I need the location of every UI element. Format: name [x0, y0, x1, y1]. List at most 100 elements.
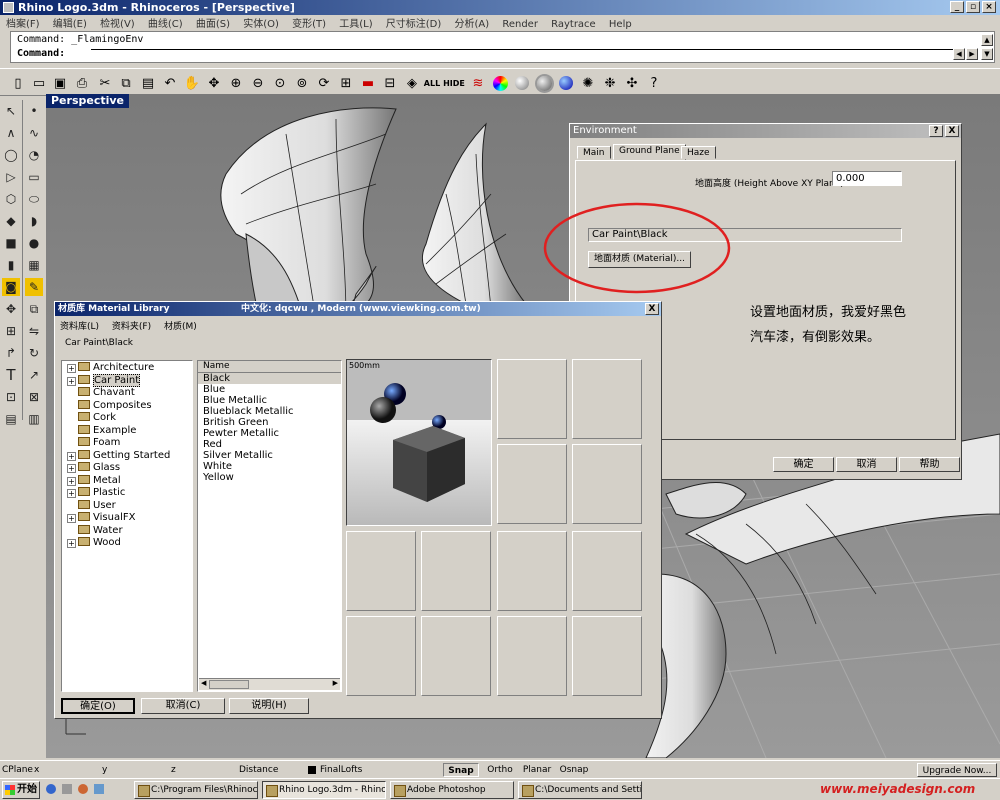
open-file-icon[interactable]: ▭: [29, 73, 49, 93]
material-item[interactable]: British Green: [198, 417, 341, 428]
car-icon[interactable]: ▬: [358, 73, 378, 93]
scroll-left-icon[interactable]: ◀: [953, 48, 965, 60]
sphere-icon[interactable]: ●: [25, 234, 43, 252]
material-item[interactable]: Blue: [198, 384, 341, 395]
minimize-button[interactable]: _: [950, 1, 964, 13]
cut-icon[interactable]: ✂: [95, 73, 115, 93]
layer-icon[interactable]: ≋: [468, 73, 488, 93]
rectangle-icon[interactable]: ▭: [25, 168, 43, 186]
menu-solid[interactable]: 实体(O): [243, 19, 279, 30]
array-icon[interactable]: ⊞: [2, 322, 20, 340]
material-thumbnail-slot[interactable]: [572, 531, 642, 611]
material-thumbnail-slot[interactable]: [572, 444, 642, 524]
scroll-up-icon[interactable]: ▲: [981, 34, 993, 46]
mirror-icon[interactable]: ⇋: [25, 322, 43, 340]
trim-icon[interactable]: ↱: [2, 344, 20, 362]
folder-item[interactable]: + Car Paint: [62, 373, 192, 388]
task-program-files[interactable]: C:\Program Files\Rhinoc...: [134, 781, 258, 799]
osnap-toggle[interactable]: Osnap: [556, 763, 592, 777]
hide-icon[interactable]: HIDE: [443, 73, 465, 93]
material-thumbnail-slot[interactable]: [421, 531, 491, 611]
menu-transform[interactable]: 变形(T): [292, 19, 326, 30]
rotate-view-icon[interactable]: ⟳: [314, 73, 334, 93]
menu-render[interactable]: Render: [502, 19, 538, 30]
environment-help-button[interactable]: ?: [929, 125, 943, 137]
folder-item[interactable]: Water: [62, 524, 192, 538]
snap-icon[interactable]: ⊠: [25, 388, 43, 406]
snap-toggle[interactable]: Snap: [443, 763, 479, 777]
environment-help-action-button[interactable]: 帮助: [899, 457, 960, 472]
folder-item[interactable]: + Plastic: [62, 487, 192, 500]
folder-item[interactable]: Chavant: [62, 387, 192, 400]
expand-icon[interactable]: +: [67, 464, 76, 473]
zoom-extents-icon[interactable]: ⊙: [270, 73, 290, 93]
expand-icon[interactable]: +: [67, 489, 76, 498]
menu-view[interactable]: 检视(V): [100, 19, 135, 30]
menu-raytrace[interactable]: Raytrace: [551, 19, 596, 30]
expand-icon[interactable]: +: [67, 476, 76, 486]
menu-analyze[interactable]: 分析(A): [454, 19, 489, 30]
library-ok-button[interactable]: 确定(O): [61, 698, 135, 714]
material-thumbnail-slot[interactable]: [572, 359, 642, 439]
upgrade-button[interactable]: Upgrade Now...: [917, 763, 997, 777]
expand-icon[interactable]: +: [67, 514, 76, 523]
media-icon[interactable]: [78, 784, 88, 794]
expand-icon[interactable]: +: [67, 539, 76, 548]
four-view-icon[interactable]: ⊞: [336, 73, 356, 93]
material-item[interactable]: Red: [198, 439, 341, 450]
folder-tree[interactable]: + Architecture + Car Paint Chavant Composites…: [61, 360, 193, 692]
menu-curve[interactable]: 曲线(C): [148, 19, 183, 30]
task-photoshop[interactable]: Adobe Photoshop: [390, 781, 514, 799]
material-thumbnail-slot[interactable]: [572, 616, 642, 696]
folder-item[interactable]: + Architecture: [62, 362, 192, 375]
blue-sphere-icon[interactable]: [556, 73, 576, 93]
help-icon[interactable]: ?: [644, 73, 664, 93]
material-list[interactable]: Name Black Blue Blue Metallic Blueblack Met…: [197, 360, 342, 692]
material-thumbnail-slot[interactable]: [346, 531, 416, 611]
print-icon[interactable]: ⎙: [72, 73, 92, 93]
ortho-toggle[interactable]: Ortho: [482, 763, 518, 777]
expand-icon[interactable]: +: [67, 376, 76, 386]
library-help-button[interactable]: 说明(H): [229, 698, 309, 714]
copy-tool-icon[interactable]: ⧉: [25, 300, 43, 318]
fillet-icon[interactable]: ✎: [25, 278, 43, 296]
outlook-icon[interactable]: [94, 784, 104, 794]
folder-item[interactable]: + Glass: [62, 462, 192, 475]
cylinder-icon[interactable]: ▮: [2, 256, 20, 274]
folder-item[interactable]: + VisualFX: [62, 512, 192, 525]
zoom-selected-icon[interactable]: ⊚: [292, 73, 312, 93]
environment-cancel-button[interactable]: 取消: [836, 457, 897, 472]
group-icon[interactable]: ◙: [2, 278, 20, 296]
scroll-left-arrow-icon[interactable]: ◀: [201, 679, 206, 687]
material-list-hscrollbar[interactable]: ◀ ▶: [199, 678, 340, 690]
material-thumbnail-slot[interactable]: [497, 359, 567, 439]
ellipse-icon[interactable]: ⬭: [25, 190, 43, 208]
height-input[interactable]: 0.000: [832, 171, 902, 186]
folder-item[interactable]: Example: [62, 424, 192, 438]
dimension-icon[interactable]: ↗: [25, 366, 43, 384]
folder-item[interactable]: Cork: [62, 412, 192, 425]
pan-hand-icon[interactable]: ✋: [182, 73, 202, 93]
split-icon[interactable]: ↻: [25, 344, 43, 362]
save-icon[interactable]: ▣: [50, 73, 70, 93]
scroll-down-icon[interactable]: ▼: [981, 48, 993, 60]
planar-toggle[interactable]: Planar: [519, 763, 555, 777]
text-icon[interactable]: T: [2, 366, 20, 384]
scroll-right-arrow-icon[interactable]: ▶: [333, 679, 338, 687]
expand-icon[interactable]: +: [67, 364, 76, 373]
folder-item[interactable]: + Wood: [62, 537, 192, 550]
point-icon[interactable]: •: [25, 102, 43, 120]
material-thumbnail-slot[interactable]: [346, 616, 416, 696]
material-thumbnail-slot[interactable]: [497, 444, 567, 524]
menu-dimension[interactable]: 尺寸标注(D): [386, 19, 442, 30]
grid-icon[interactable]: ⊟: [380, 73, 400, 93]
material-item[interactable]: Silver Metallic: [198, 450, 341, 461]
material-thumbnail-slot[interactable]: [497, 531, 567, 611]
show-desktop-icon[interactable]: [62, 784, 72, 794]
render-sphere-icon[interactable]: [534, 73, 554, 93]
task-documents[interactable]: C:\Documents and Settin...: [518, 781, 642, 799]
zoom-icon[interactable]: ⊕: [226, 73, 246, 93]
environment-ok-button[interactable]: 确定: [773, 457, 834, 472]
copy-icon[interactable]: ⧉: [116, 73, 136, 93]
restore-button[interactable]: ▫: [966, 1, 980, 13]
